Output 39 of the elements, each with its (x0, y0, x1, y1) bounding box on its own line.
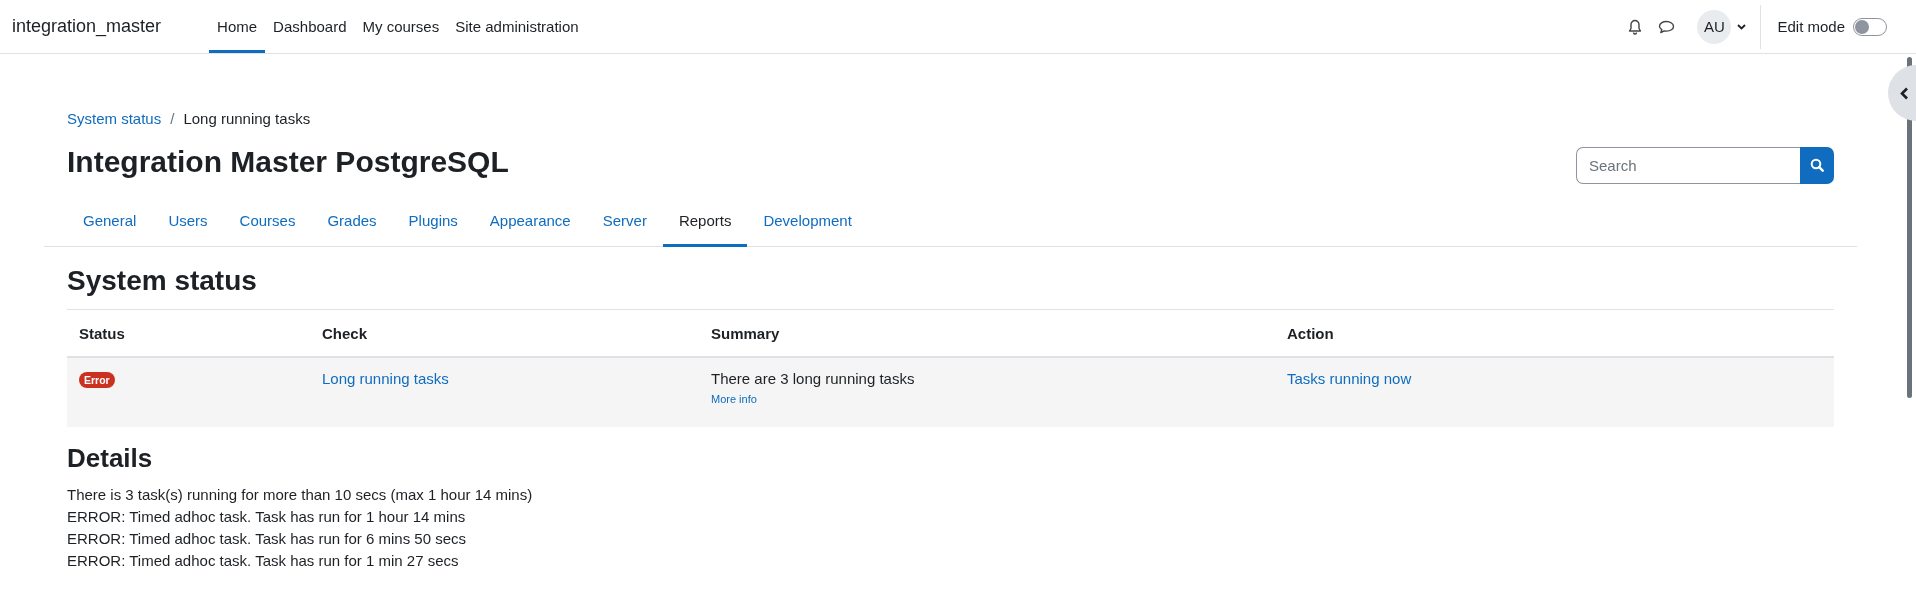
nav-link[interactable]: Dashboard (265, 3, 355, 53)
error-badge: Error (79, 372, 115, 388)
user-avatar[interactable]: AU (1697, 9, 1732, 44)
admin-tab[interactable]: Grades (311, 194, 393, 247)
search-icon (1810, 158, 1824, 172)
details-line: ERROR: Timed adhoc task. Task has run for 6 mins 50 secs (67, 529, 468, 549)
action-link[interactable]: Tasks running now (1287, 370, 1412, 387)
admin-tab[interactable]: Development (747, 194, 868, 247)
nav-link[interactable]: Site administration (447, 3, 587, 53)
details-line: ERROR: Timed adhoc task. Task has run for 1 min 27 secs (67, 551, 460, 571)
page-title: Integration Master PostgreSQL (67, 145, 509, 179)
summary-text: There are 3 long running tasks (711, 370, 915, 387)
admin-tab[interactable]: Appearance (473, 194, 587, 247)
section-title: System status (67, 264, 258, 298)
notification-bell-icon[interactable] (1628, 18, 1643, 35)
search-button[interactable] (1800, 146, 1834, 184)
caret-icon[interactable] (1737, 23, 1747, 30)
breadcrumb-current: Long running tasks (183, 109, 311, 127)
details-line: ERROR: Timed adhoc task. Task has run for 1 hour 14 mins (67, 507, 467, 527)
admin-tab[interactable]: Plugins (392, 194, 474, 247)
nav-link[interactable]: Home (209, 3, 266, 53)
site-name[interactable]: integration_master (12, 16, 162, 37)
details-line: There is 3 task(s) running for more than 10 secs (max 1 hour 14 mins) (67, 485, 534, 505)
admin-tab[interactable]: General (67, 194, 153, 247)
chevron-left-icon (1900, 86, 1909, 100)
breadcrumb-separator: / (170, 109, 175, 127)
edit-mode-label: Edit mode (1777, 18, 1845, 35)
breadcrumb-link[interactable]: System status (67, 109, 162, 127)
check-link[interactable]: Long running tasks (322, 370, 449, 387)
chat-bubble-icon[interactable] (1658, 19, 1676, 34)
more-info-link[interactable]: More info (711, 393, 757, 405)
search-field[interactable]: Search (1576, 146, 1800, 184)
admin-tab[interactable]: Courses (223, 194, 312, 247)
admin-tab[interactable]: Users (152, 194, 224, 247)
details-heading: Details (67, 442, 154, 474)
nav-link[interactable]: My courses (354, 3, 448, 53)
edit-mode-toggle[interactable] (1853, 17, 1887, 36)
admin-tab[interactable]: Reports (662, 194, 748, 247)
admin-tab[interactable]: Server (586, 194, 663, 247)
